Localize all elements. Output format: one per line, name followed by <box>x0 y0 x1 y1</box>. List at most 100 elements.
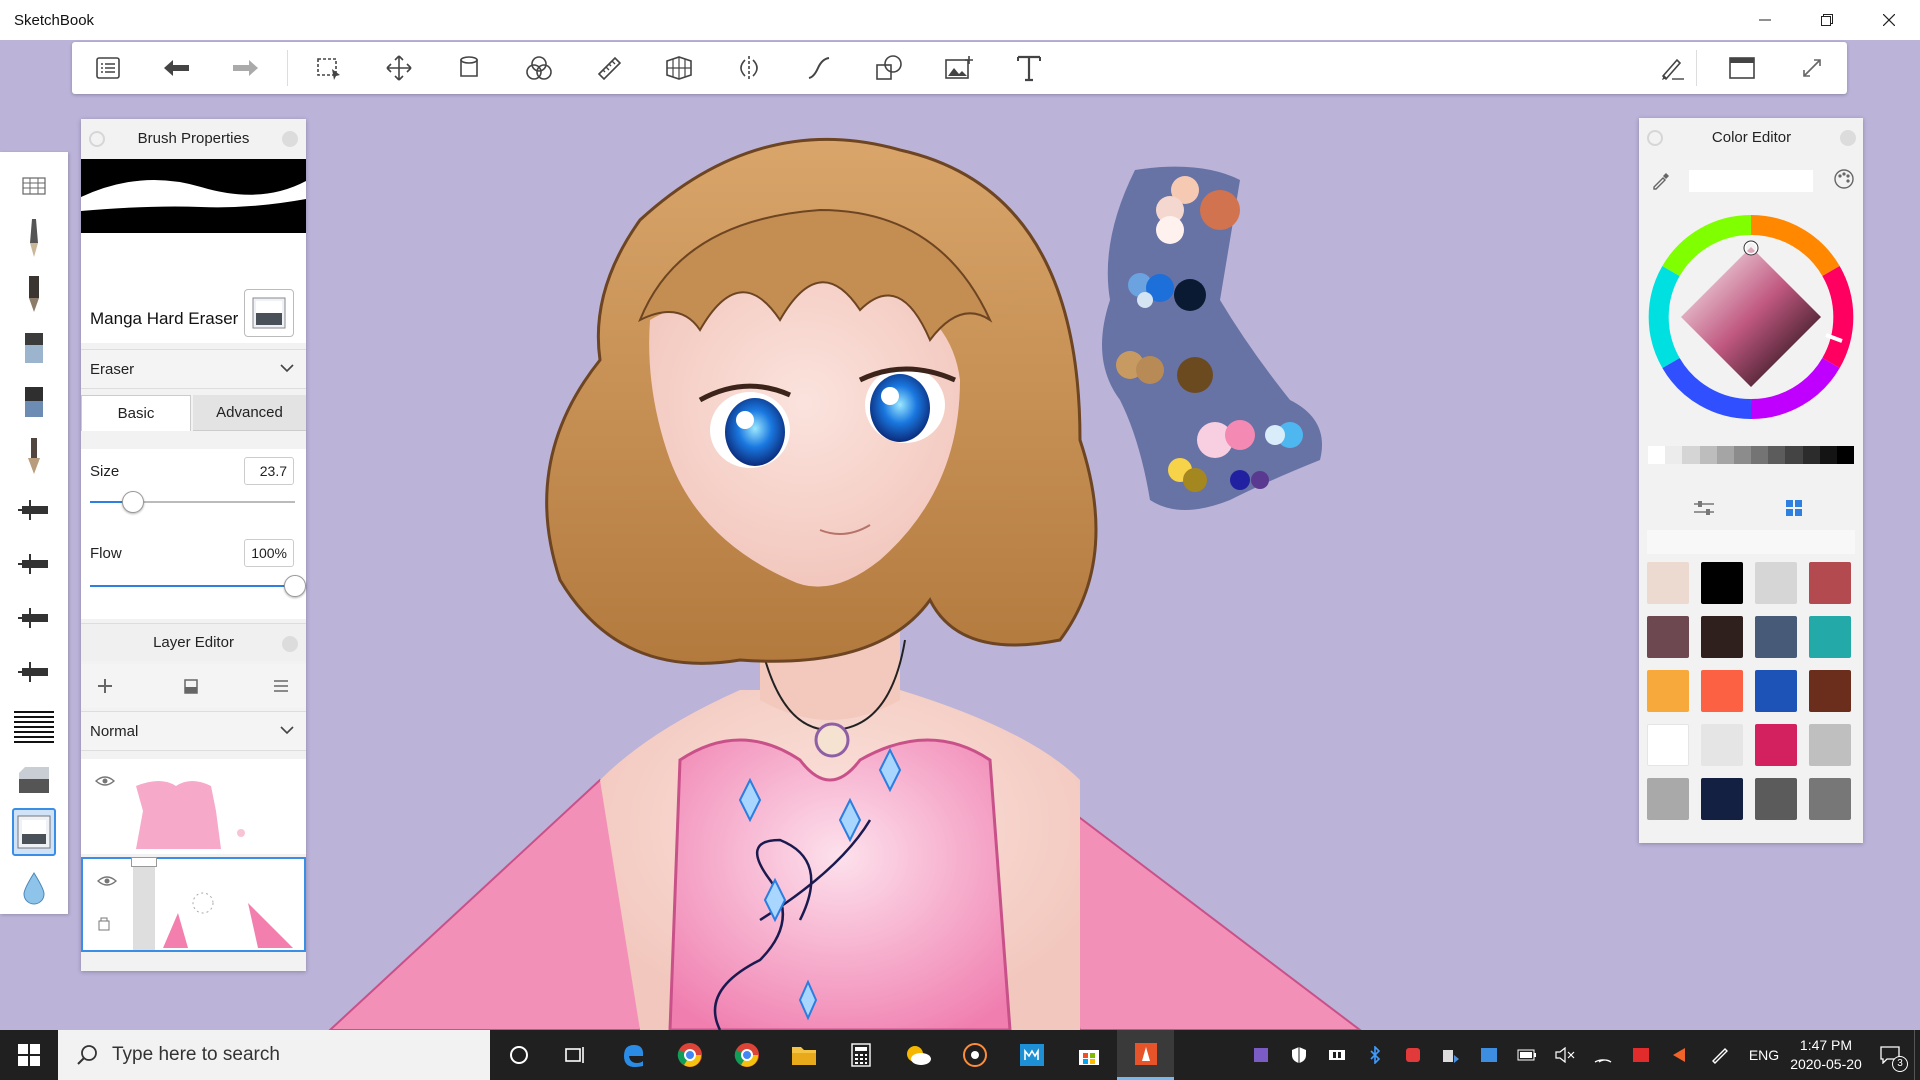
text-icon[interactable] <box>1012 51 1046 85</box>
color-swatch[interactable] <box>1809 778 1851 820</box>
microsoft-store-icon[interactable] <box>1060 1030 1117 1080</box>
gray-swatch[interactable] <box>1733 446 1752 464</box>
layer-item-selected[interactable] <box>81 857 306 952</box>
flow-value-field[interactable]: 100% <box>244 539 294 567</box>
media-player-icon[interactable] <box>946 1030 1003 1080</box>
chrome-icon[interactable] <box>718 1030 775 1080</box>
gray-swatch[interactable] <box>1768 446 1786 464</box>
transform-icon[interactable] <box>382 51 416 85</box>
fullscreen-icon[interactable] <box>1795 51 1829 85</box>
layer-lock-icon[interactable] <box>97 915 111 931</box>
color-swatch[interactable] <box>1809 724 1851 766</box>
pen-workspace-icon[interactable] <box>1698 1030 1742 1080</box>
color-swatch[interactable] <box>1701 562 1743 604</box>
tray-app-icon[interactable] <box>1318 1030 1356 1080</box>
undo-icon[interactable] <box>159 51 193 85</box>
gray-swatch[interactable] <box>1665 446 1683 464</box>
cortana-icon[interactable] <box>490 1030 547 1080</box>
layer-fill-icon[interactable] <box>179 674 203 698</box>
color-swatch[interactable] <box>1755 724 1797 766</box>
close-button[interactable] <box>1858 0 1920 40</box>
brush-type-dropdown[interactable]: Eraser <box>81 349 306 389</box>
perspective-icon[interactable] <box>662 51 696 85</box>
color-swatch[interactable] <box>1809 562 1851 604</box>
gray-swatch[interactable] <box>1682 446 1700 464</box>
sliders-icon[interactable] <box>1693 500 1715 516</box>
flow-slider[interactable] <box>90 575 306 597</box>
color-swatch[interactable] <box>1755 562 1797 604</box>
gray-swatch[interactable] <box>1836 446 1855 464</box>
color-swatch[interactable] <box>1701 616 1743 658</box>
fill-icon[interactable] <box>452 51 486 85</box>
brush-palette-menu-icon[interactable] <box>12 162 56 210</box>
tab-basic[interactable]: Basic <box>81 395 191 431</box>
notifications-button[interactable]: 3 <box>1866 1030 1914 1080</box>
color-swatch[interactable] <box>1755 670 1797 712</box>
language-indicator[interactable]: ENG <box>1742 1047 1786 1063</box>
layer-menu-icon[interactable] <box>269 674 293 698</box>
layer-opacity-handle[interactable] <box>131 857 157 867</box>
show-desktop-button[interactable] <box>1914 1030 1920 1080</box>
airbrush-icon[interactable] <box>12 594 56 642</box>
shapes-icon[interactable] <box>872 51 906 85</box>
gray-swatch[interactable] <box>1751 446 1769 464</box>
size-slider-handle[interactable] <box>122 491 145 513</box>
color-swatch[interactable] <box>1701 778 1743 820</box>
color-swatch[interactable] <box>1809 616 1851 658</box>
color-swatch[interactable] <box>1701 670 1743 712</box>
color-swatch[interactable] <box>1647 670 1689 712</box>
size-value-field[interactable]: 23.7 <box>244 457 294 485</box>
tray-app-icon[interactable] <box>1470 1030 1508 1080</box>
eye-icon[interactable] <box>95 775 115 787</box>
pencil-brush-icon[interactable] <box>12 214 56 262</box>
add-layer-icon[interactable] <box>93 674 117 698</box>
grayscale-strip[interactable] <box>1648 446 1855 464</box>
tab-advanced[interactable]: Advanced <box>193 395 306 431</box>
weather-icon[interactable] <box>889 1030 946 1080</box>
app-store-icon[interactable] <box>1003 1030 1060 1080</box>
calculator-icon[interactable] <box>832 1030 889 1080</box>
color-blend-icon[interactable] <box>522 51 556 85</box>
tray-app-icon[interactable] <box>1394 1030 1432 1080</box>
file-explorer-icon[interactable] <box>775 1030 832 1080</box>
ruler-icon[interactable] <box>592 51 626 85</box>
layer-item[interactable] <box>81 759 306 854</box>
tray-app-icon[interactable] <box>1660 1030 1698 1080</box>
tray-app-icon[interactable] <box>1622 1030 1660 1080</box>
add-image-icon[interactable] <box>942 51 976 85</box>
sketchbook-taskbar-icon[interactable] <box>1117 1030 1174 1080</box>
stroke-tools-icon[interactable] <box>802 51 836 85</box>
panel-pin-icon[interactable] <box>89 131 105 147</box>
redo-icon[interactable] <box>229 51 263 85</box>
pen-mode-icon[interactable] <box>1655 51 1689 85</box>
ink-pen-brush-icon[interactable] <box>12 270 56 318</box>
eraser-brush-icon[interactable] <box>12 756 56 804</box>
manga-hard-eraser-icon[interactable] <box>12 808 56 856</box>
gray-swatch[interactable] <box>1785 446 1803 464</box>
flat-brush-icon[interactable] <box>12 324 56 372</box>
water-drop-icon[interactable] <box>12 864 56 912</box>
restore-button[interactable] <box>1796 0 1858 40</box>
wifi-icon[interactable] <box>1584 1030 1622 1080</box>
minimize-button[interactable] <box>1734 0 1796 40</box>
color-palette-icon[interactable] <box>1833 168 1855 190</box>
airbrush-icon[interactable] <box>12 648 56 696</box>
gray-swatch[interactable] <box>1648 446 1666 464</box>
color-swatch[interactable] <box>1755 778 1797 820</box>
eye-icon[interactable] <box>97 875 117 887</box>
gray-swatch[interactable] <box>1699 446 1717 464</box>
layer-opacity-bar[interactable] <box>133 859 155 950</box>
defender-icon[interactable] <box>1280 1030 1318 1080</box>
taskbar-clock[interactable]: 1:47 PM 2020-05-20 <box>1786 1036 1866 1074</box>
gray-swatch[interactable] <box>1716 446 1734 464</box>
color-swatch[interactable] <box>1755 616 1797 658</box>
color-hex-field[interactable] <box>1689 170 1813 192</box>
panel-close-icon[interactable] <box>282 636 298 652</box>
paint-brush-icon[interactable] <box>12 432 56 480</box>
color-swatch[interactable] <box>1809 670 1851 712</box>
flow-slider-handle[interactable] <box>284 575 306 597</box>
window-mode-icon[interactable] <box>1725 51 1759 85</box>
symmetry-icon[interactable] <box>732 51 766 85</box>
gray-swatch[interactable] <box>1819 446 1837 464</box>
brush-library-icon[interactable] <box>91 51 125 85</box>
